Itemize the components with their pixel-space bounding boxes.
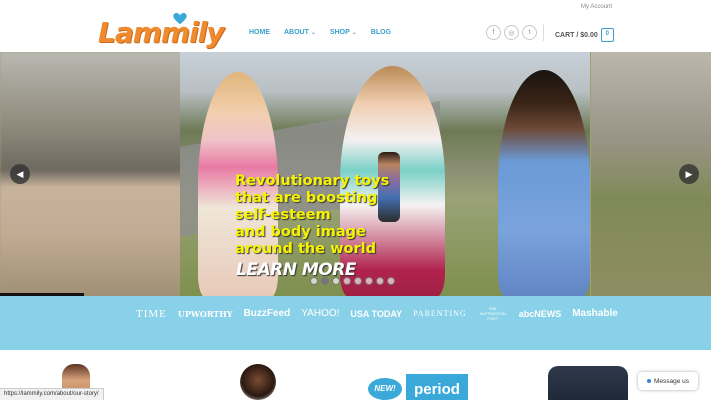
nav-blog[interactable]: BLOG: [371, 29, 391, 36]
messenger-icon: [646, 379, 651, 383]
social-links: f ◎ t: [486, 25, 537, 40]
slider-dot[interactable]: [310, 277, 318, 285]
status-bar-url: https://lammily.com/about/our-story/: [0, 388, 104, 400]
slider-dot[interactable]: [354, 277, 362, 285]
new-badge: NEW!: [368, 378, 402, 400]
press-logo-parenting: PARENTING: [413, 309, 467, 318]
press-logo-usatoday: USA TODAY: [350, 308, 403, 319]
hero-headline-line: around the world: [235, 241, 376, 257]
hero-headline-line: Revolutionary toys: [235, 173, 390, 189]
hero-slider[interactable]: Revolutionary toys that are boosting sel…: [0, 52, 711, 298]
product-doll-2[interactable]: [240, 364, 276, 400]
press-bar: TIME UPWORTHY BuzzFeed YAHOO! USA TODAY …: [0, 296, 711, 350]
cart-label: CART / $0.00: [555, 31, 598, 39]
cart-button[interactable]: CART / $0.00 0: [555, 28, 614, 42]
product-jacket[interactable]: [548, 366, 628, 400]
press-logo-abcnews: abcNEWS: [518, 308, 562, 319]
nav-shop-label: SHOP: [329, 29, 350, 36]
nav-home-label: HOME: [249, 29, 270, 36]
heart-icon: [173, 13, 187, 25]
nav-shop[interactable]: SHOP ⌄: [330, 29, 357, 36]
page: My Account Lammily HOME ABOUT ⌄ SHOP ⌄ B…: [0, 0, 711, 400]
site-header: My Account Lammily HOME ABOUT ⌄ SHOP ⌄ B…: [0, 0, 711, 52]
press-logo-buzzfeed: BuzzFeed: [243, 308, 291, 319]
hero-headline-line: self-esteem: [235, 207, 331, 223]
slider-dot[interactable]: [343, 277, 351, 285]
hero-background-left: [0, 52, 200, 298]
hero-headline: Revolutionary toys that are boosting sel…: [235, 173, 389, 258]
press-logo-yahoo: YAHOO!: [301, 308, 340, 319]
press-logo-mashable: Mashable: [572, 308, 618, 319]
product-period-kit[interactable]: NEW! period: [368, 374, 468, 400]
logo-text: Lammily: [98, 16, 225, 49]
nav-about-label: ABOUT: [284, 29, 309, 36]
nav-blog-label: BLOG: [370, 29, 392, 36]
slider-next-button[interactable]: ▶: [679, 164, 699, 184]
message-us-label: Message us: [653, 377, 690, 385]
slider-dots: [310, 277, 395, 285]
girl-figure-right: [498, 70, 590, 298]
slider-dot[interactable]: [376, 277, 384, 285]
nav-about[interactable]: ABOUT ⌄: [284, 29, 316, 36]
period-box: period: [406, 374, 468, 400]
press-logo-huffington: THE HUFFINGTON POST: [479, 306, 506, 321]
chevron-right-icon: ▶: [685, 168, 693, 179]
twitter-icon[interactable]: t: [522, 25, 537, 40]
chevron-left-icon: ◀: [16, 168, 24, 179]
nav-home[interactable]: HOME: [249, 29, 270, 36]
press-logos: TIME UPWORTHY BuzzFeed YAHOO! USA TODAY …: [136, 306, 618, 321]
my-account-link[interactable]: My Account: [581, 4, 612, 10]
message-us-button[interactable]: Message us: [638, 372, 698, 390]
header-divider: [543, 24, 544, 41]
slider-dot[interactable]: [321, 277, 329, 285]
slider-dot[interactable]: [387, 277, 395, 285]
main-nav: HOME ABOUT ⌄ SHOP ⌄ BLOG: [249, 29, 391, 36]
chevron-down-icon: ⌄: [310, 30, 316, 36]
press-logo-upworthy: UPWORTHY: [177, 308, 233, 319]
slider-prev-button[interactable]: ◀: [10, 164, 30, 184]
press-logo-time: TIME: [136, 307, 167, 320]
slider-dot[interactable]: [365, 277, 373, 285]
instagram-icon[interactable]: ◎: [504, 25, 519, 40]
slider-dot[interactable]: [332, 277, 340, 285]
cart-count-badge: 0: [600, 28, 614, 42]
products-row: NEW! period: [0, 350, 711, 400]
facebook-icon[interactable]: f: [486, 25, 501, 40]
hero-headline-line: and body image: [235, 224, 366, 240]
hero-headline-line: that are boosting: [235, 190, 378, 206]
chevron-down-icon: ⌄: [351, 30, 357, 36]
